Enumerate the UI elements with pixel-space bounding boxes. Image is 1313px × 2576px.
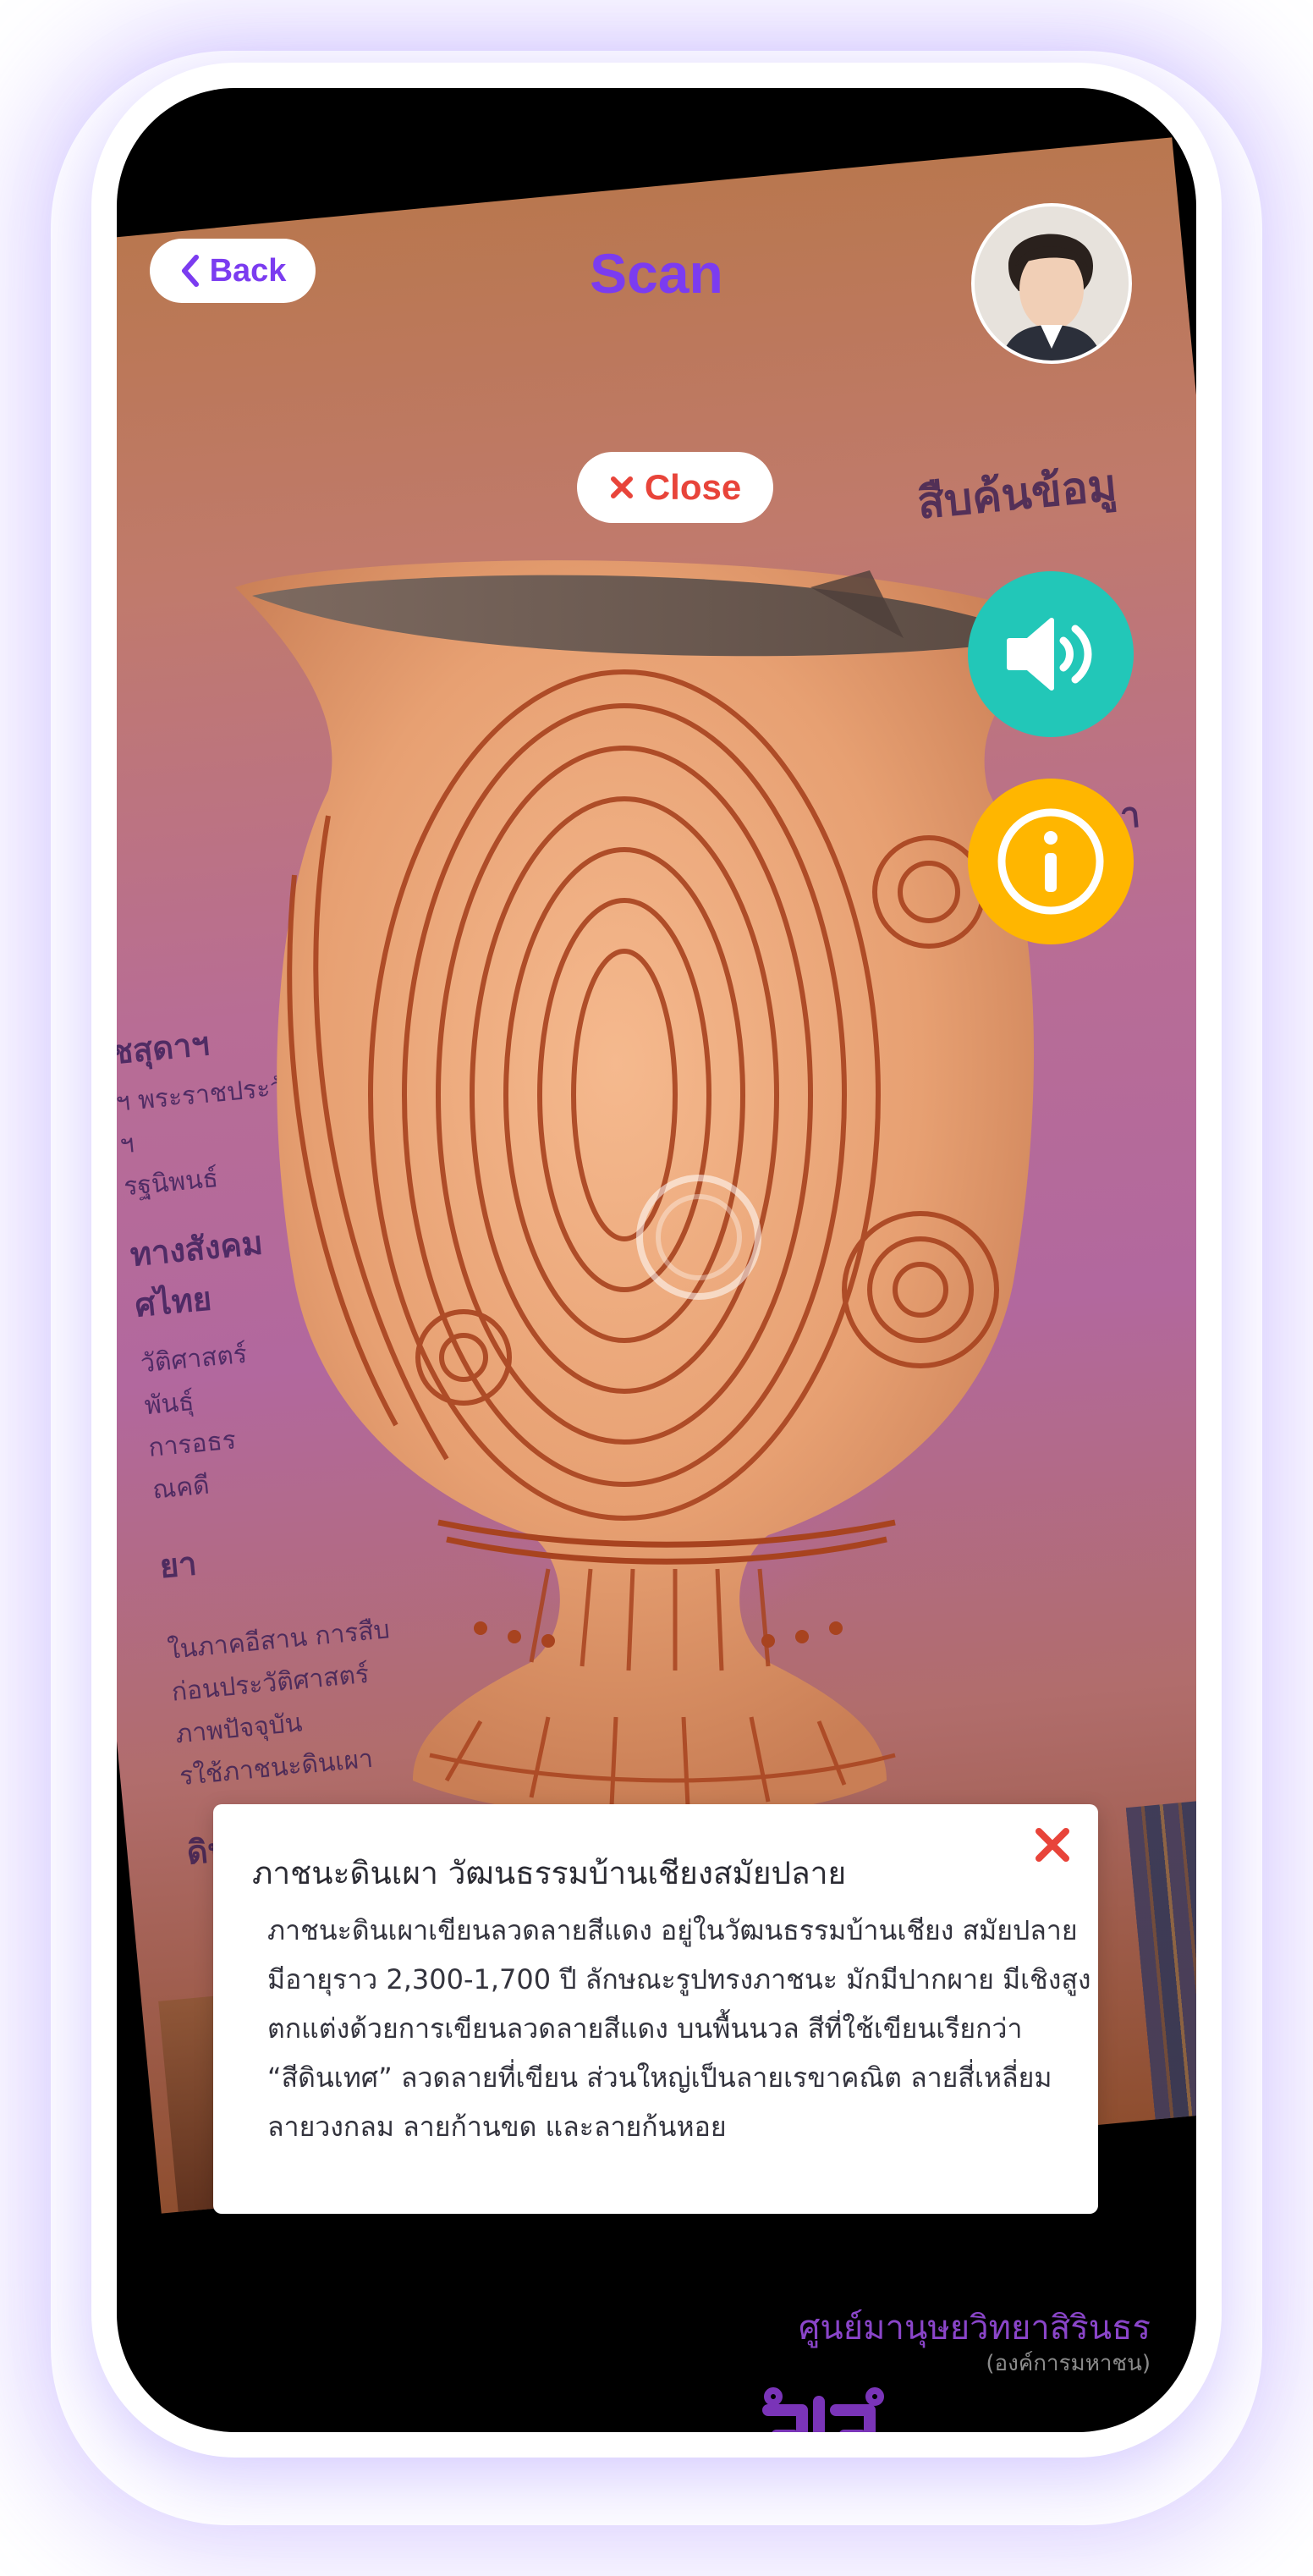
org-subtitle: (องค์การมหาชน) — [986, 2351, 1151, 2376]
info-button[interactable] — [968, 779, 1134, 944]
back-button[interactable]: Back — [150, 239, 316, 303]
bookshelf — [1125, 1786, 1196, 2128]
page-title: Scan — [590, 242, 723, 305]
artifact-description: ภาชนะดินเผาเขียนลวดลายสีแดง อยู่ในวัฒนธร… — [267, 1906, 1091, 2151]
speaker-volume-icon — [1007, 618, 1092, 691]
description-line: ลายวงกลม ลายก้านขด และลายก้นหอย — [267, 2111, 727, 2143]
scan-target-icon — [636, 1175, 761, 1300]
info-icon — [997, 808, 1104, 915]
book-text-line: ศไทย — [133, 1279, 213, 1324]
artifact-info-card: ภาชนะดินเผา วัฒนธรรมบ้านเชียงสมัยปลาย ภา… — [213, 1804, 1098, 2214]
book-text-line: รฐนิพนธ์ — [122, 1163, 220, 1203]
description-line: ตกแต่งด้วยการเขียนลวดลายสีแดง บนพื้นนวล … — [267, 2012, 1023, 2045]
book-text-line: ชสุดาฯ — [117, 1024, 212, 1072]
description-line: “สีดินเทศ” ลวดลายที่เขียน ส่วนใหญ่เป็นลา… — [267, 2061, 1052, 2094]
close-ar-button[interactable]: Close — [577, 452, 773, 523]
user-avatar[interactable] — [971, 203, 1132, 364]
user-avatar-icon — [975, 206, 1129, 361]
sac-logo — [762, 2387, 884, 2432]
chevron-left-icon — [181, 255, 199, 287]
audio-button[interactable] — [968, 571, 1134, 737]
book-heading: สืบค้นข้อมู — [915, 459, 1119, 530]
description-line: มีอายุราว 2,300-1,700 ปี ลักษณะรูปทรงภาช… — [267, 1963, 1091, 1995]
book-text-line: ยา — [157, 1544, 199, 1586]
close-icon — [610, 476, 633, 498]
artifact-title: ภาชนะดินเผา วัฒนธรรมบ้านเชียงสมัยปลาย — [252, 1855, 847, 1891]
back-label: Back — [209, 252, 287, 289]
info-card-close-button[interactable] — [1025, 1818, 1080, 1872]
book-text-line: ณคดี — [151, 1470, 212, 1505]
close-icon — [1036, 1828, 1069, 1862]
description-line: ภาชนะดินเผาเขียนลวดลายสีแดง อยู่ในวัฒนธร… — [267, 1914, 1078, 1946]
close-label: Close — [644, 467, 742, 507]
